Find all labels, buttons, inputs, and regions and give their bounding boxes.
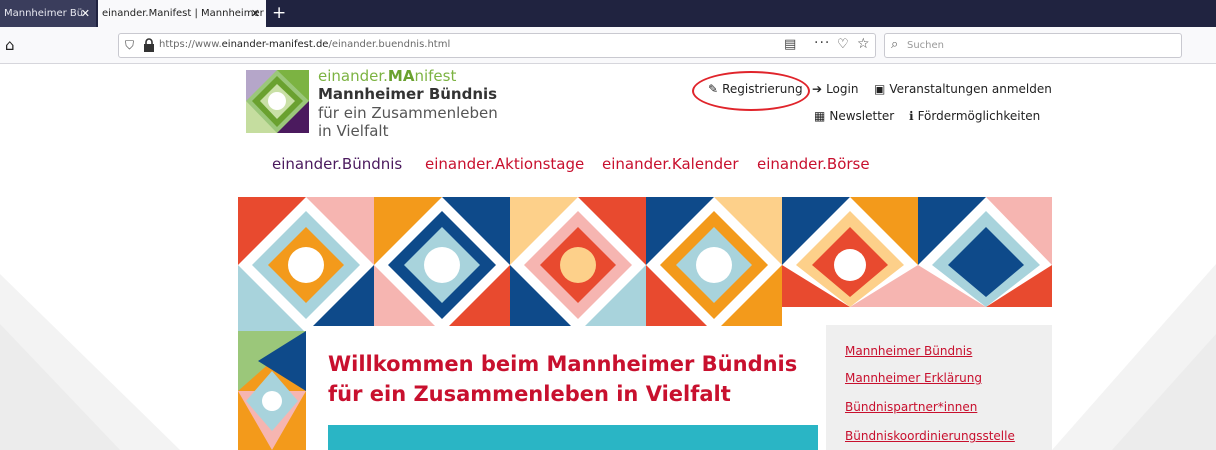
info-icon: ℹ — [909, 109, 914, 123]
home-icon[interactable]: ⌂ — [5, 36, 15, 54]
welcome-heading-line1: Willkommen beim Mannheimer Bündnis — [328, 352, 798, 376]
tab-strip: Mannheimer Bü ✕ einander.Manifest | Mann… — [0, 0, 1216, 27]
logo-icon[interactable] — [246, 70, 309, 133]
org-name: Mannheimer Bündnis — [318, 85, 498, 103]
background-decoration — [0, 274, 180, 450]
web-page: einander.MAnifest Mannheimer Bündnis für… — [0, 64, 1216, 450]
brand-name: einander.MAnifest — [318, 67, 457, 85]
tagline: für ein Zusammenleben in Vielfalt — [318, 104, 498, 140]
lock-icon[interactable] — [141, 38, 157, 52]
funding-link[interactable]: ℹ Fördermöglichkeiten — [909, 109, 1040, 123]
sidebar-link-erklaerung[interactable]: Mannheimer Erklärung — [845, 371, 982, 385]
reader-view-icon[interactable]: ▤ — [784, 37, 796, 52]
nav-buendnis[interactable]: einander.Bündnis — [272, 155, 402, 173]
nav-aktionstage[interactable]: einander.Aktionstage — [425, 155, 584, 173]
search-icon: ⌕ — [891, 37, 899, 52]
login-link[interactable]: ➔ Login — [812, 82, 858, 96]
sidebar-link-buendnis[interactable]: Mannheimer Bündnis — [845, 344, 972, 358]
hero-banner-image — [238, 197, 1052, 337]
search-placeholder: Suchen — [907, 40, 945, 51]
background-decoration — [1052, 264, 1216, 450]
nav-boerse[interactable]: einander.Börse — [757, 155, 870, 173]
tab-title: Mannheimer Bü — [4, 8, 84, 19]
tab-inactive[interactable]: Mannheimer Bü ✕ — [0, 0, 96, 27]
url-text[interactable]: https://www.einander-manifest.de/einande… — [159, 39, 450, 50]
browser-toolbar: ⌂ ⛉ https://www.einander-manifest.de/ein… — [0, 27, 1216, 64]
events-register-link[interactable]: ▣ Veranstaltungen anmelden — [874, 82, 1052, 96]
edit-icon: ✎ — [708, 82, 719, 96]
calendar-icon: ▣ — [874, 82, 886, 96]
register-link[interactable]: ✎ Registrierung — [708, 82, 803, 96]
sidebar-link-partner[interactable]: Bündnispartner*innen — [845, 400, 977, 414]
close-icon[interactable]: ✕ — [251, 7, 260, 20]
new-tab-plus-icon[interactable]: + — [272, 3, 286, 23]
sidebar-link-koordinierung[interactable]: Bündniskoordinierungsstelle — [845, 429, 1015, 443]
url-bar[interactable]: ⛉ https://www.einander-manifest.de/einan… — [118, 33, 876, 58]
pocket-icon[interactable]: ♡ — [837, 37, 849, 52]
newsletter-link[interactable]: ▦ Newsletter — [814, 109, 894, 123]
more-actions-icon[interactable]: ··· — [814, 35, 830, 51]
content-banner — [328, 425, 818, 450]
welcome-heading-line2: für ein Zusammenleben in Vielfalt — [328, 382, 731, 406]
tab-title: einander.Manifest | Mannheimer Bü — [102, 8, 266, 19]
shield-icon[interactable]: ⛉ — [125, 38, 134, 53]
nav-kalender[interactable]: einander.Kalender — [602, 155, 739, 173]
bookmark-star-icon[interactable]: ☆ — [857, 36, 870, 52]
tab-active[interactable]: einander.Manifest | Mannheimer Bü ✕ — [98, 0, 266, 27]
side-pattern-image — [238, 331, 306, 450]
search-input[interactable]: ⌕ Suchen — [884, 33, 1182, 58]
newspaper-icon: ▦ — [814, 109, 826, 123]
sign-in-icon: ➔ — [812, 82, 823, 96]
close-icon[interactable]: ✕ — [81, 7, 90, 20]
